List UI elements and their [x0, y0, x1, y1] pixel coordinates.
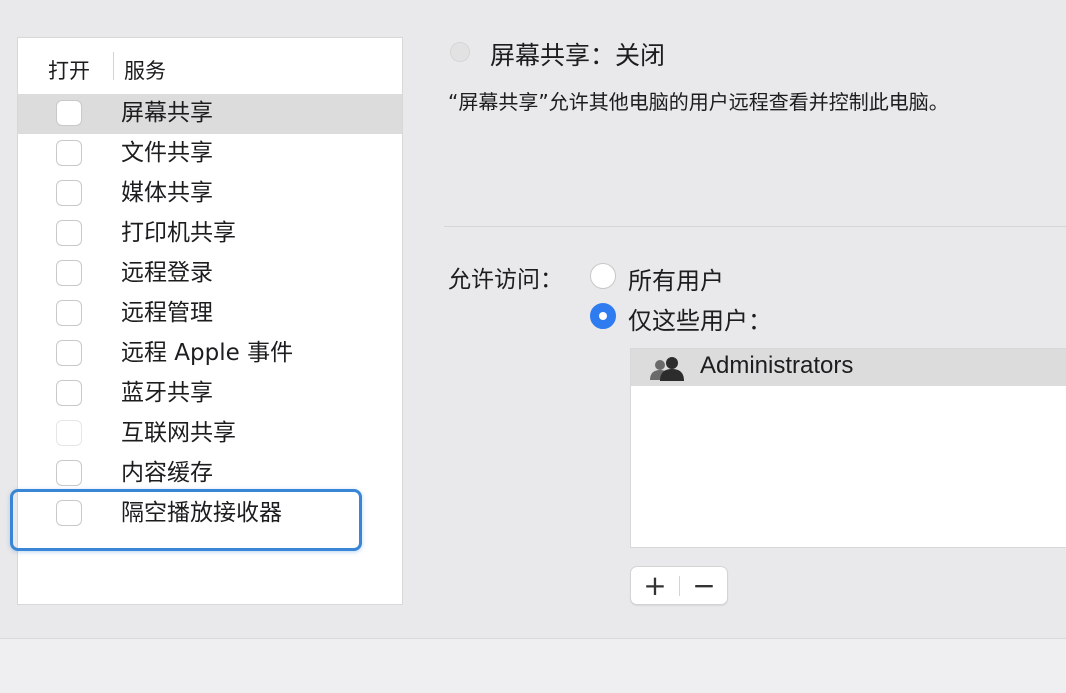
highlight-box-airplay-receiver — [10, 489, 362, 551]
header-open[interactable]: 打开 — [48, 55, 90, 85]
remove-user-button[interactable]: − — [680, 567, 728, 604]
users-list[interactable]: Administrators — [630, 348, 1066, 548]
service-label: 远程 Apple 事件 — [121, 340, 294, 366]
checkbox-screen-sharing[interactable] — [56, 100, 82, 126]
service-label: 蓝牙共享 — [121, 380, 213, 406]
checkbox-remote-apple-events[interactable] — [56, 340, 82, 366]
user-row-administrators[interactable]: Administrators — [631, 349, 1066, 386]
radio-only-these-users[interactable] — [590, 303, 616, 329]
service-row-internet-sharing[interactable]: 互联网共享 — [18, 414, 402, 454]
add-remove-button-group: + − — [630, 566, 728, 605]
user-name: Administrators — [700, 352, 854, 379]
service-row-screen-sharing[interactable]: 屏幕共享 — [18, 94, 402, 134]
access-label: 允许访问： — [448, 267, 563, 293]
service-row-remote-apple-events[interactable]: 远程 Apple 事件 — [18, 334, 402, 374]
list-header: 打开 服务 — [18, 38, 402, 94]
bottom-bar — [0, 638, 1066, 693]
service-label: 媒体共享 — [121, 180, 213, 206]
service-label: 文件共享 — [121, 140, 213, 166]
service-label: 屏幕共享 — [121, 100, 213, 126]
service-row-file-sharing[interactable]: 文件共享 — [18, 134, 402, 174]
service-row-remote-login[interactable]: 远程登录 — [18, 254, 402, 294]
add-user-button[interactable]: + — [631, 567, 679, 604]
checkbox-file-sharing[interactable] — [56, 140, 82, 166]
service-row-remote-management[interactable]: 远程管理 — [18, 294, 402, 334]
service-row-media-sharing[interactable]: 媒体共享 — [18, 174, 402, 214]
header-service[interactable]: 服务 — [124, 55, 166, 85]
service-label: 内容缓存 — [121, 460, 213, 486]
checkbox-remote-login[interactable] — [56, 260, 82, 286]
checkbox-content-caching[interactable] — [56, 460, 82, 486]
checkbox-remote-management[interactable] — [56, 300, 82, 326]
service-label: 打印机共享 — [121, 220, 236, 246]
service-row-printer-sharing[interactable]: 打印机共享 — [18, 214, 402, 254]
radio-label-only-these-users[interactable]: 仅这些用户： — [628, 301, 772, 336]
header-divider — [113, 52, 114, 80]
radio-label-all-users[interactable]: 所有用户 — [628, 261, 724, 296]
service-description: “屏幕共享”允许其他电脑的用户远程查看并控制此电脑。 — [448, 90, 949, 114]
service-label: 互联网共享 — [121, 420, 236, 446]
service-label: 远程管理 — [121, 300, 213, 326]
checkbox-printer-sharing[interactable] — [56, 220, 82, 246]
checkbox-media-sharing[interactable] — [56, 180, 82, 206]
divider — [444, 226, 1066, 227]
status-indicator — [450, 42, 470, 62]
radio-all-users[interactable] — [590, 263, 616, 289]
service-label: 远程登录 — [121, 260, 213, 286]
checkbox-internet-sharing — [56, 420, 82, 446]
service-row-bluetooth-sharing[interactable]: 蓝牙共享 — [18, 374, 402, 414]
checkbox-bluetooth-sharing[interactable] — [56, 380, 82, 406]
service-status: 屏幕共享：关闭 — [490, 41, 666, 70]
service-row-content-caching[interactable]: 内容缓存 — [18, 454, 402, 494]
group-icon — [649, 357, 685, 381]
